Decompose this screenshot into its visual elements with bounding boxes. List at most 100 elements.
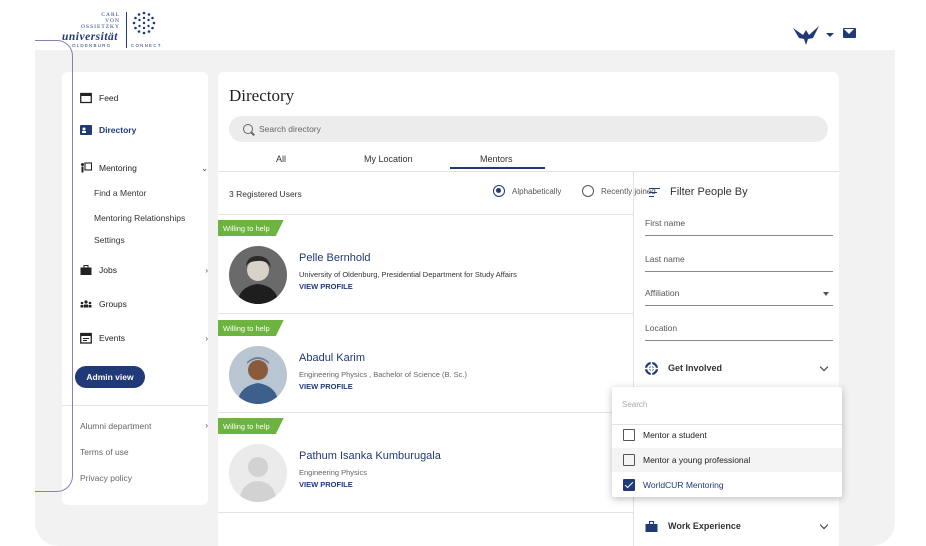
view-profile-link[interactable]: VIEW PROFILE (299, 382, 353, 391)
sidebar-label: Directory (99, 125, 137, 135)
filter-title: Filter People By (649, 186, 748, 198)
list-divider (218, 214, 633, 215)
dropdown-arrow-icon (823, 292, 829, 296)
avatar (229, 444, 287, 502)
willing-badge: Willing to help (218, 418, 284, 434)
get-involved-dropdown: Search Mentor a student Mentor a young p… (612, 387, 842, 497)
list-item: Willing to help Pelle Bernhold Universit… (218, 220, 633, 319)
terms-link[interactable]: Terms of use (80, 447, 129, 457)
chevron-down-icon: ⌄ (201, 163, 208, 173)
sidebar-label: Alumni department (80, 421, 152, 431)
sidebar-item-events[interactable]: Events › (80, 328, 208, 348)
logo-small-text: CARL VON OSSIETZKY (81, 12, 120, 30)
dropdown-search-input[interactable]: Search (622, 400, 647, 409)
user-affiliation: University of Oldenburg, Presidential De… (299, 270, 517, 279)
sort-alphabetically-radio[interactable]: Alphabetically (493, 185, 561, 197)
bird-icon[interactable] (791, 24, 821, 46)
checkbox-unchecked-icon (623, 454, 635, 466)
logo-main-text: universität (62, 31, 118, 43)
sidebar-item-settings[interactable]: Settings (94, 235, 125, 245)
list-divider (218, 412, 633, 413)
tab-my-location[interactable]: My Location (364, 154, 413, 164)
university-logo[interactable]: CARL VON OSSIETZKY universität OLDENBURG… (62, 11, 210, 48)
mentoring-icon (81, 162, 92, 173)
annotation-outline (35, 40, 73, 492)
radio-checked-icon (493, 185, 505, 197)
filter-title-text: Filter People By (670, 186, 748, 198)
sidebar-item-feed[interactable]: Feed (80, 88, 118, 108)
option-label: Mentor a student (643, 430, 707, 440)
sidebar-label: Jobs (99, 265, 117, 275)
chevron-right-icon: › (205, 333, 208, 343)
search-icon (243, 124, 253, 134)
logo-dots-icon (132, 11, 156, 35)
sidebar-divider (62, 405, 208, 406)
tab-mentors[interactable]: Mentors (480, 154, 513, 164)
list-item: Willing to help Abadul Karim Engineering… (218, 320, 633, 419)
option-label: WorldCUR Mentoring (643, 480, 724, 490)
tab-all[interactable]: All (276, 154, 286, 164)
chevron-right-icon: › (205, 421, 208, 430)
chevron-down-icon[interactable] (826, 33, 834, 37)
sidebar-item-find-mentor[interactable]: Find a Mentor (94, 188, 146, 198)
option-mentor-young-professional[interactable]: Mentor a young professional (612, 448, 842, 472)
avatar (229, 346, 287, 404)
top-bar: CARL VON OSSIETZKY universität OLDENBURG… (35, 0, 895, 50)
view-profile-link[interactable]: VIEW PROFILE (299, 282, 353, 291)
logo-separator (126, 12, 127, 48)
section-label: Get Involved (668, 363, 723, 373)
logo-sub-right: CONNECT. (131, 43, 164, 48)
search-input[interactable]: Search directory (229, 116, 828, 142)
user-name[interactable]: Abadul Karim (299, 352, 365, 364)
option-label: Mentor a young professional (643, 455, 751, 465)
option-worldcur-mentoring[interactable]: WorldCUR Mentoring (612, 473, 842, 497)
calendar-icon (80, 332, 92, 344)
search-placeholder: Search directory (259, 124, 321, 134)
sidebar-item-alumni[interactable]: Alumni department › (80, 421, 208, 431)
directory-icon (80, 125, 92, 135)
page-title: Directory (229, 86, 295, 105)
sidebar-item-mentoring[interactable]: Mentoring ⌄ (80, 158, 208, 178)
chevron-down-icon (819, 362, 829, 372)
feed-icon (80, 92, 92, 104)
briefcase-icon (645, 520, 658, 532)
lifebuoy-icon (645, 361, 658, 375)
affiliation-label: Affiliation (645, 288, 680, 298)
sidebar-item-jobs[interactable]: Jobs › (80, 260, 208, 280)
user-name[interactable]: Pelle Bernhold (299, 252, 371, 264)
affiliation-select[interactable]: Affiliation (645, 282, 833, 306)
sidebar-label: Groups (99, 299, 127, 309)
user-name[interactable]: Pathum Isanka Kumburugala (299, 450, 441, 462)
sidebar-label: Mentoring (99, 163, 137, 173)
logo-sub-left: OLDENBURG (72, 43, 112, 48)
user-affiliation: Engineering Physics (299, 468, 367, 477)
chevron-down-icon (819, 520, 829, 530)
get-involved-section[interactable]: Get Involved (645, 356, 833, 380)
list-item: Willing to help Pathum Isanka Kumburugal… (218, 418, 633, 517)
mail-icon[interactable] (843, 28, 856, 38)
location-field[interactable]: Location (645, 317, 833, 341)
sidebar-item-groups[interactable]: Groups (80, 294, 127, 314)
sidebar-item-directory[interactable]: Directory (80, 120, 136, 140)
sidebar-label: Feed (99, 93, 119, 103)
avatar (229, 246, 287, 304)
checkbox-checked-icon (623, 479, 635, 491)
sidebar-item-mentoring-relationships[interactable]: Mentoring Relationships (94, 213, 185, 223)
groups-icon (80, 300, 92, 308)
filter-icon (649, 187, 660, 197)
privacy-link[interactable]: Privacy policy (80, 473, 132, 483)
willing-badge: Willing to help (218, 320, 284, 336)
sidebar: Feed Directory Mentoring ⌄ Find a Mentor… (62, 72, 208, 505)
list-divider (218, 512, 633, 513)
radio-unchecked-icon (582, 185, 594, 197)
briefcase-icon (80, 265, 92, 275)
work-experience-section[interactable]: Work Experience (645, 514, 833, 538)
view-profile-link[interactable]: VIEW PROFILE (299, 480, 353, 489)
admin-view-button[interactable]: Admin view (75, 366, 145, 388)
option-mentor-student[interactable]: Mentor a student (612, 423, 842, 447)
first-name-field[interactable]: First name (645, 212, 833, 236)
chevron-right-icon: › (205, 265, 208, 275)
section-label: Work Experience (668, 521, 741, 531)
checkbox-unchecked-icon (623, 429, 635, 441)
last-name-field[interactable]: Last name (645, 248, 833, 272)
